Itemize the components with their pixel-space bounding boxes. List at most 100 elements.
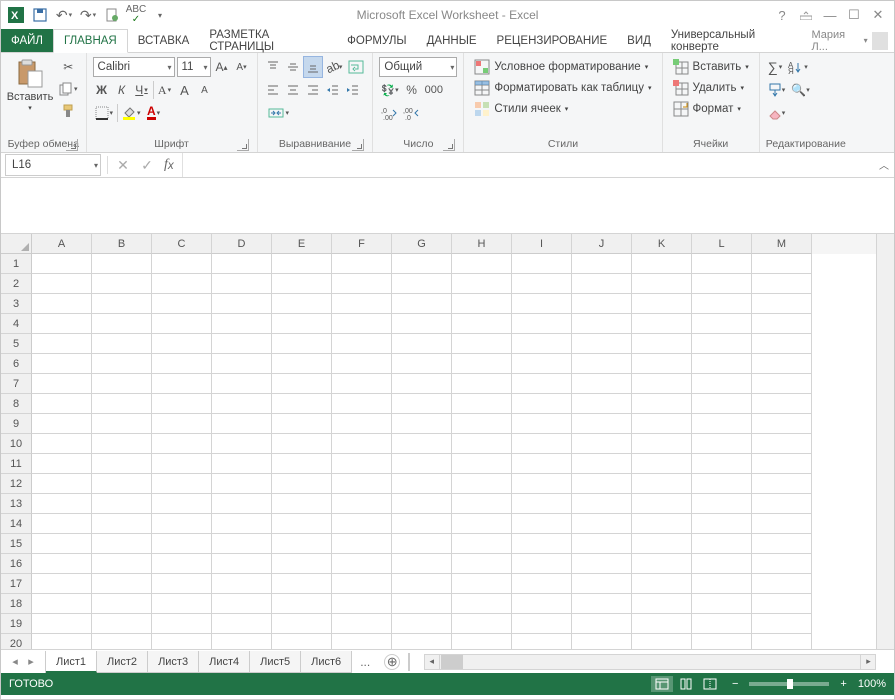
row-header[interactable]: 18: [1, 594, 32, 614]
font-size-combo[interactable]: 11▾: [177, 57, 211, 77]
cell[interactable]: [272, 394, 332, 414]
cell[interactable]: [92, 334, 152, 354]
formula-input[interactable]: [182, 153, 874, 177]
cell[interactable]: [752, 594, 812, 614]
cell[interactable]: [272, 474, 332, 494]
cell[interactable]: [92, 634, 152, 649]
cell[interactable]: [152, 354, 212, 374]
cell[interactable]: [92, 254, 152, 274]
cell[interactable]: [332, 394, 392, 414]
cells-area[interactable]: [32, 254, 876, 649]
cell[interactable]: [392, 574, 452, 594]
cell[interactable]: [752, 454, 812, 474]
cell[interactable]: [512, 274, 572, 294]
column-header[interactable]: M: [752, 234, 812, 254]
accept-formula-button[interactable]: ✓: [136, 154, 158, 176]
cell[interactable]: [32, 314, 92, 334]
alignment-dialog-launcher[interactable]: [352, 139, 364, 151]
format-painter-button[interactable]: [57, 101, 80, 121]
cell[interactable]: [572, 414, 632, 434]
zoom-in-button[interactable]: +: [837, 678, 849, 690]
cell[interactable]: [512, 334, 572, 354]
cell[interactable]: [692, 434, 752, 454]
cell[interactable]: [632, 334, 692, 354]
copy-button[interactable]: ▾: [57, 79, 80, 99]
merge-button[interactable]: ▾: [264, 103, 294, 123]
cell[interactable]: [572, 574, 632, 594]
cell[interactable]: [452, 454, 512, 474]
cell[interactable]: [632, 494, 692, 514]
cell[interactable]: [272, 254, 332, 274]
cell[interactable]: [632, 574, 692, 594]
cell[interactable]: [92, 374, 152, 394]
cell[interactable]: [92, 514, 152, 534]
align-bottom-button[interactable]: [304, 57, 322, 77]
increase-indent-button[interactable]: [344, 80, 362, 100]
cell[interactable]: [272, 574, 332, 594]
cell[interactable]: [452, 474, 512, 494]
column-header[interactable]: I: [512, 234, 572, 254]
name-box[interactable]: L16▾: [5, 154, 101, 176]
cell[interactable]: [272, 374, 332, 394]
cell[interactable]: [32, 394, 92, 414]
cell[interactable]: [32, 254, 92, 274]
cell[interactable]: [272, 314, 332, 334]
find-button[interactable]: 🔍▾: [789, 80, 811, 100]
cell[interactable]: [152, 534, 212, 554]
cell[interactable]: [332, 534, 392, 554]
cell[interactable]: [452, 394, 512, 414]
cell[interactable]: [32, 474, 92, 494]
cell[interactable]: [452, 294, 512, 314]
cell[interactable]: [392, 254, 452, 274]
cell[interactable]: [632, 554, 692, 574]
cell[interactable]: [752, 394, 812, 414]
cell[interactable]: [332, 354, 392, 374]
cell[interactable]: [92, 494, 152, 514]
cell[interactable]: [32, 614, 92, 634]
cell[interactable]: [152, 434, 212, 454]
cell[interactable]: [212, 474, 272, 494]
cell[interactable]: [572, 454, 632, 474]
cell[interactable]: [32, 514, 92, 534]
conditional-formatting-button[interactable]: Условное форматирование▾: [470, 57, 655, 77]
cell[interactable]: [32, 494, 92, 514]
cell[interactable]: [572, 494, 632, 514]
cell[interactable]: [152, 494, 212, 514]
column-header[interactable]: G: [392, 234, 452, 254]
cell[interactable]: [212, 334, 272, 354]
decrease-decimal-button[interactable]: ,00,0: [401, 103, 421, 123]
row-header[interactable]: 8: [1, 394, 32, 414]
cell[interactable]: [272, 614, 332, 634]
cell[interactable]: [212, 554, 272, 574]
cell[interactable]: [752, 614, 812, 634]
cell[interactable]: [152, 254, 212, 274]
cell[interactable]: [92, 534, 152, 554]
cell[interactable]: [572, 374, 632, 394]
clear-button[interactable]: ▾: [766, 103, 788, 123]
cell[interactable]: [332, 374, 392, 394]
sheet-tab[interactable]: Лист6: [301, 651, 352, 673]
tab-formulas[interactable]: ФОРМУЛЫ: [337, 29, 416, 52]
new-file-button[interactable]: [101, 4, 123, 26]
cell[interactable]: [632, 294, 692, 314]
cell[interactable]: [92, 454, 152, 474]
cell[interactable]: [512, 354, 572, 374]
cell[interactable]: [272, 494, 332, 514]
column-header[interactable]: H: [452, 234, 512, 254]
tab-insert[interactable]: ВСТАВКА: [128, 29, 200, 52]
cell[interactable]: [152, 474, 212, 494]
row-header[interactable]: 14: [1, 514, 32, 534]
cell[interactable]: [692, 614, 752, 634]
cell[interactable]: [332, 594, 392, 614]
orientation-button[interactable]: ab▾: [324, 57, 345, 77]
cell[interactable]: [572, 274, 632, 294]
cell[interactable]: [512, 574, 572, 594]
cell[interactable]: [92, 314, 152, 334]
cell[interactable]: [32, 334, 92, 354]
cell[interactable]: [752, 494, 812, 514]
row-header[interactable]: 10: [1, 434, 32, 454]
cell[interactable]: [692, 314, 752, 334]
column-header[interactable]: C: [152, 234, 212, 254]
row-header[interactable]: 16: [1, 554, 32, 574]
cell[interactable]: [452, 374, 512, 394]
